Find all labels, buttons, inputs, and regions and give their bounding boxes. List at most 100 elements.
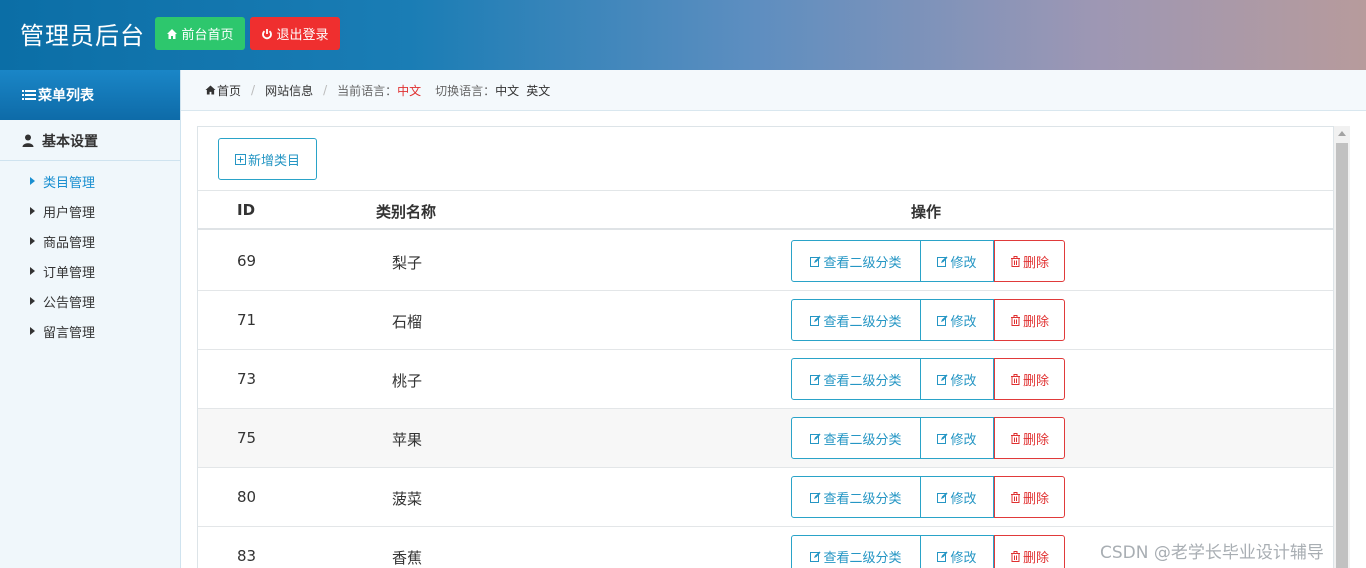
cell-category-name: 石榴: [392, 313, 423, 331]
cell-id: 80: [237, 488, 257, 506]
cell-id: 75: [237, 429, 257, 447]
frontend-home-label: 前台首页: [181, 28, 234, 43]
edit-label: 修改: [950, 432, 977, 448]
breadcrumb-site-info[interactable]: 网站信息: [265, 82, 313, 99]
add-category-label: 新增类目: [247, 153, 300, 169]
edit-icon: [810, 492, 821, 503]
logout-button[interactable]: 退出登录: [250, 17, 340, 50]
delete-button[interactable]: 删除: [994, 240, 1065, 282]
scroll-up-arrow-icon[interactable]: [1338, 131, 1346, 136]
cell-id: 69: [237, 252, 257, 270]
delete-button[interactable]: 删除: [994, 535, 1065, 568]
language-chinese-link[interactable]: 中文: [495, 82, 519, 99]
cell-category-name: 桃子: [392, 372, 423, 390]
view-subcategory-button[interactable]: 查看二级分类: [791, 535, 921, 568]
view-subcategory-label: 查看二级分类: [823, 373, 902, 389]
delete-button[interactable]: 删除: [994, 299, 1065, 341]
delete-label: 删除: [1022, 373, 1049, 389]
sidebar-item-notices[interactable]: 公告管理: [0, 286, 180, 316]
delete-button[interactable]: 删除: [994, 358, 1065, 400]
sidebar-item-label: 订单管理: [43, 265, 96, 281]
row-actions: 查看二级分类 修改 删除: [791, 535, 1065, 568]
menu-list-header: 菜单列表: [0, 70, 180, 120]
language-english-link[interactable]: 英文: [526, 82, 550, 99]
trash-icon: [1010, 314, 1020, 326]
sidebar-item-label: 留言管理: [43, 325, 96, 341]
edit-button[interactable]: 修改: [921, 240, 994, 282]
table-row: 69 梨子 查看二级分类 修改 删除: [198, 232, 1333, 291]
edit-button[interactable]: 修改: [921, 476, 994, 518]
row-actions: 查看二级分类 修改 删除: [791, 417, 1065, 459]
table-row: 80 菠菜 查看二级分类 修改 删除: [198, 468, 1333, 527]
add-category-button[interactable]: 新增类目: [218, 138, 317, 180]
edit-icon: [937, 374, 948, 385]
sidebar-item-orders[interactable]: 订单管理: [0, 256, 180, 286]
edit-button[interactable]: 修改: [921, 535, 994, 568]
breadcrumb: 首页 / 网站信息 / 当前语言： 中文 切换语言： 中文 英文: [181, 70, 1366, 111]
view-subcategory-label: 查看二级分类: [823, 314, 902, 330]
breadcrumb-separator: /: [323, 83, 328, 97]
view-subcategory-button[interactable]: 查看二级分类: [791, 476, 921, 518]
edit-icon: [810, 315, 821, 326]
current-language-label: 当前语言：: [337, 83, 398, 98]
sidebar-item-label: 商品管理: [43, 235, 96, 251]
power-icon: [262, 28, 273, 39]
caret-right-icon: [30, 207, 35, 215]
edit-label: 修改: [950, 491, 977, 507]
edit-icon: [810, 256, 821, 267]
row-actions: 查看二级分类 修改 删除: [791, 358, 1065, 400]
sidebar-group-basic-settings[interactable]: 基本设置: [0, 121, 180, 161]
delete-button[interactable]: 删除: [994, 417, 1065, 459]
delete-button[interactable]: 删除: [994, 476, 1065, 518]
column-header-id: ID: [237, 201, 256, 219]
delete-label: 删除: [1022, 255, 1049, 271]
view-subcategory-button[interactable]: 查看二级分类: [791, 240, 921, 282]
frontend-home-button[interactable]: 前台首页: [155, 17, 245, 50]
view-subcategory-button[interactable]: 查看二级分类: [791, 358, 921, 400]
table-header: ID 类别名称 操作: [198, 190, 1333, 230]
trash-icon: [1010, 255, 1020, 267]
edit-icon: [810, 551, 821, 562]
sidebar-item-users[interactable]: 用户管理: [0, 196, 180, 226]
breadcrumb-home-link[interactable]: 首页: [217, 82, 241, 99]
trash-icon: [1010, 432, 1020, 444]
caret-right-icon: [30, 237, 35, 245]
cell-category-name: 香蕉: [392, 549, 423, 567]
caret-right-icon: [30, 297, 35, 305]
delete-label: 删除: [1022, 550, 1049, 566]
edit-icon: [937, 492, 948, 503]
sidebar-item-category[interactable]: 类目管理: [0, 166, 180, 196]
table-row: 71 石榴 查看二级分类 修改 删除: [198, 291, 1333, 350]
edit-icon: [937, 433, 948, 444]
table-row: 75 苹果 查看二级分类 修改 删除: [198, 409, 1333, 468]
scrollbar-thumb[interactable]: [1336, 143, 1348, 568]
edit-button[interactable]: 修改: [921, 417, 994, 459]
sidebar-item-messages[interactable]: 留言管理: [0, 316, 180, 346]
delete-label: 删除: [1022, 314, 1049, 330]
edit-button[interactable]: 修改: [921, 358, 994, 400]
view-subcategory-label: 查看二级分类: [823, 491, 902, 507]
sidebar-item-label: 公告管理: [43, 295, 96, 311]
cell-category-name: 菠菜: [392, 490, 423, 508]
sidebar: 菜单列表 基本设置 类目管理 用户管理 商品管理 订单管理 公告管理 留言管理: [0, 70, 181, 568]
logout-label: 退出登录: [276, 28, 329, 43]
delete-label: 删除: [1022, 432, 1049, 448]
caret-right-icon: [30, 327, 35, 335]
view-subcategory-button[interactable]: 查看二级分类: [791, 299, 921, 341]
edit-icon: [937, 256, 948, 267]
home-icon: [205, 85, 216, 95]
table-row: 73 桃子 查看二级分类 修改 删除: [198, 350, 1333, 409]
edit-icon: [937, 551, 948, 562]
row-actions: 查看二级分类 修改 删除: [791, 299, 1065, 341]
trash-icon: [1010, 550, 1020, 562]
category-panel: 新增类目 ID 类别名称 操作 69 梨子 查看二级分类 修改 删除 71 石榴 查看二级分类…: [197, 126, 1334, 568]
column-header-actions: 操作: [911, 203, 942, 221]
cell-category-name: 梨子: [392, 254, 423, 272]
edit-button[interactable]: 修改: [921, 299, 994, 341]
vertical-scrollbar[interactable]: [1334, 126, 1350, 568]
sidebar-group-label: 基本设置: [42, 133, 98, 150]
sidebar-item-products[interactable]: 商品管理: [0, 226, 180, 256]
breadcrumb-separator: /: [251, 83, 256, 97]
view-subcategory-button[interactable]: 查看二级分类: [791, 417, 921, 459]
column-header-name: 类别名称: [376, 203, 437, 221]
